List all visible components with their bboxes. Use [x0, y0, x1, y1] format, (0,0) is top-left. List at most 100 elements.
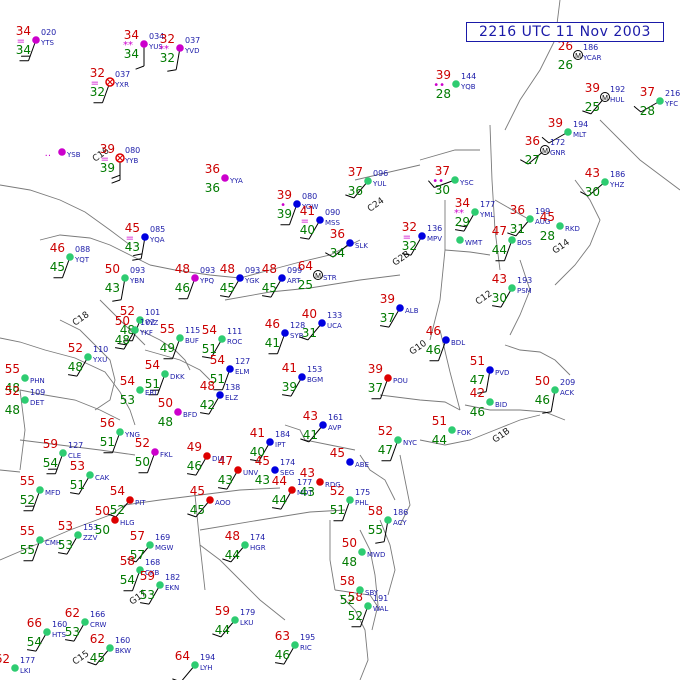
pressure-label: 175: [355, 488, 370, 497]
station-id-label: BDL: [451, 339, 465, 347]
sky-cover-clear-icon: [36, 536, 44, 544]
sky-missing-glyph: M: [315, 273, 321, 280]
dewpoint-label: 45: [190, 503, 205, 517]
sky-cover-clear-icon: [551, 386, 559, 394]
station-hgr: 48 44 174 HGR: [222, 529, 266, 563]
dewpoint-label: 49: [160, 341, 175, 355]
station-id-label: HUL: [610, 96, 624, 104]
temperature-label: 62: [90, 632, 105, 646]
pressure-label: 160: [115, 636, 130, 645]
dewpoint-label: 54: [27, 635, 42, 649]
temperature-label: 50: [535, 374, 550, 388]
station-id-label: BFD: [183, 411, 197, 419]
temperature-label: 58: [120, 554, 135, 568]
sky-cover-broken-icon: [266, 438, 274, 446]
pressure-label: 153: [307, 365, 322, 374]
station-ysb: YSB..: [45, 148, 81, 159]
station-ypq: 48 46 093 YPQ: [175, 262, 215, 300]
pressure-label: 216: [665, 89, 680, 98]
wind-barb-flag: [541, 136, 550, 144]
pressure-label: 088: [75, 245, 90, 254]
present-weather-label: ••: [432, 176, 444, 187]
dewpoint-label: 54: [43, 456, 58, 470]
wind-barb-flag: [133, 253, 143, 257]
temperature-label: 52: [378, 424, 393, 438]
sky-cover-broken-icon: [316, 216, 324, 224]
station-id-label: SBY: [365, 589, 379, 597]
pressure-label: 174: [280, 458, 295, 467]
sky-cover-broken-icon: [236, 274, 244, 282]
dewpoint-label: 55: [368, 523, 383, 537]
dewpoint-label: 30: [492, 291, 507, 305]
temperature-label: 43: [492, 272, 507, 286]
sky-cover-broken-icon: [226, 365, 234, 373]
temperature-label: 43: [585, 166, 600, 180]
station-unv: 4743 UNV: [218, 454, 258, 490]
pressure-label: 127: [235, 357, 250, 366]
station-id-label: YCAR: [582, 54, 602, 62]
pressure-label: 037: [185, 36, 200, 45]
temperature-label: 42: [470, 386, 485, 400]
station-yqa: 4543085YQA=: [125, 221, 165, 261]
dewpoint-label: 47: [378, 443, 393, 457]
sky-cover-clear-icon: [471, 208, 479, 216]
temperature-label: 54: [202, 323, 217, 337]
wind-barb-flag: [111, 179, 121, 184]
dewpoint-label: 47: [470, 373, 485, 387]
sky-cover-precip-icon: [174, 408, 182, 416]
sky-cover-clear-icon: [74, 531, 82, 539]
present-weather-label: •: [280, 200, 286, 211]
pressure-label: 110: [93, 345, 108, 354]
dewpoint-label: 44: [215, 623, 230, 637]
station-ekn: 59 53 182 EKN: [140, 569, 180, 605]
pressure-label: 168: [145, 558, 160, 567]
sky-cover-broken-icon: [216, 391, 224, 399]
dewpoint-label: 43: [300, 485, 315, 499]
marine-zone-label: G1B: [491, 426, 512, 445]
pressure-label: 080: [302, 192, 317, 201]
temperature-label: 47: [492, 224, 507, 238]
temperature-label: 36: [205, 162, 220, 176]
pressure-label: 102: [140, 318, 155, 327]
dewpoint-label: 25: [585, 100, 600, 114]
temperature-label: 62: [0, 652, 10, 666]
sky-cover-overcast-icon: [126, 496, 134, 504]
pressure-label: 179: [240, 608, 255, 617]
sky-cover-scattered-icon: [564, 128, 572, 136]
station-cak: 53 51 CAK: [70, 459, 110, 495]
station-mwd: 50 48 MWD: [342, 536, 386, 569]
dewpoint-label: 37: [368, 381, 383, 395]
temperature-label: 64: [298, 259, 313, 273]
dewpoint-label: 51: [330, 503, 345, 517]
pressure-label: 184: [275, 430, 290, 439]
wind-barb-flag: [200, 412, 210, 415]
wind-barb-flag: [135, 65, 145, 70]
temperature-label: 41: [250, 426, 265, 440]
station-id-label: MFD: [45, 489, 60, 497]
sky-cover-precip-icon: [32, 36, 40, 44]
wind-barb-flag: [272, 507, 282, 510]
sky-cover-clear-icon: [486, 398, 494, 406]
station-ygk: 48 45 093 YGK: [220, 262, 260, 298]
temperature-label: 59: [140, 569, 155, 583]
station-id-label: RKD: [565, 225, 580, 233]
temperature-label: 54: [120, 374, 135, 388]
sky-cover-broken-icon: [346, 239, 354, 247]
sky-cover-broken-icon: [298, 373, 306, 381]
pressure-label: 133: [327, 311, 342, 320]
temperature-label: 36: [525, 134, 540, 148]
present-weather-label: =: [126, 233, 134, 244]
sky-cover-clear-icon: [241, 541, 249, 549]
station-ybn: 50 43 093 YBN: [105, 262, 145, 302]
dewpoint-label: 48: [158, 415, 173, 429]
station-pou: 39 37 POU: [368, 362, 408, 400]
sky-cover-clear-icon: [556, 222, 564, 230]
pressure-label: 093: [200, 266, 215, 275]
dewpoint-label: 52: [340, 593, 355, 607]
pressure-label: 186: [583, 43, 598, 52]
station-id-label: STR: [323, 274, 337, 282]
sky-cover-clear-icon: [116, 428, 124, 436]
sky-cover-overcast-icon: [316, 478, 324, 486]
station-yqb: 3928144YQB••: [433, 68, 476, 101]
temperature-label: 45: [330, 446, 345, 460]
